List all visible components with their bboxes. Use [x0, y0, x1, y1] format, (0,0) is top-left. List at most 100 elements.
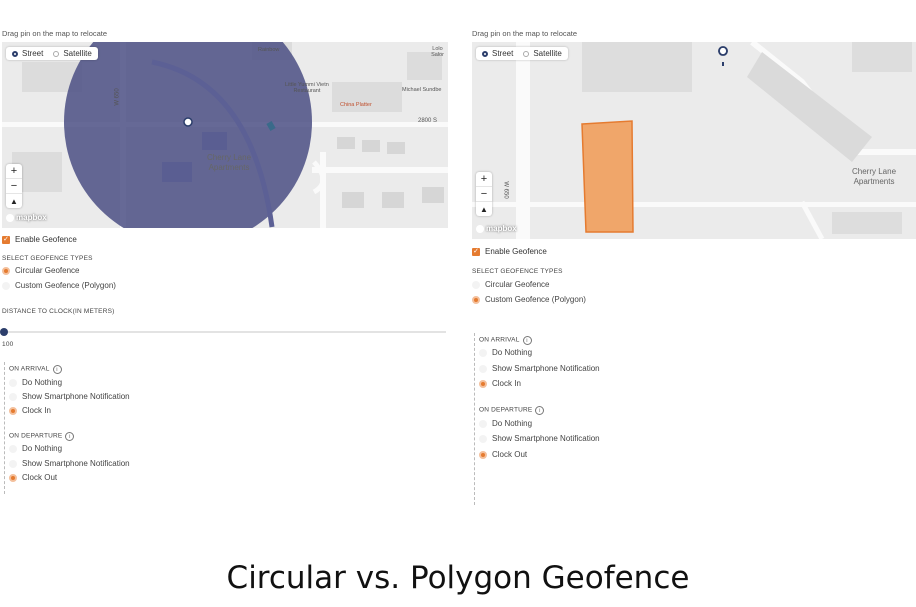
checkbox-checked-icon: ✓: [472, 247, 480, 256]
departure-option[interactable]: Do Nothing: [9, 444, 62, 453]
radio-icon: [479, 364, 487, 373]
radio-icon: [479, 348, 487, 357]
radio-icon: [9, 473, 17, 482]
map-style-street-label: Street: [22, 49, 44, 58]
map-label-street-vertical: W 650: [114, 88, 121, 106]
info-icon[interactable]: i: [52, 365, 62, 374]
arrival-option[interactable]: Show Smartphone Notification: [9, 392, 130, 401]
geofence-type-circular[interactable]: Circular Geofence: [472, 280, 549, 289]
radio-icon: [9, 392, 17, 401]
departure-option[interactable]: Show Smartphone Notification: [479, 434, 600, 443]
map-style-satellite[interactable]: Satellite: [53, 49, 92, 58]
radio-icon: [472, 280, 480, 289]
map-style-satellite-label: Satellite: [533, 49, 562, 58]
circular-geofence-panel: Drag pin on the map to relocate Cherry L…: [0, 0, 450, 500]
zoom-out-icon[interactable]: −: [476, 187, 492, 202]
mapbox-logo: mapbox: [476, 224, 517, 233]
map-style-satellite[interactable]: Satellite: [523, 49, 562, 58]
map-style-street[interactable]: Street: [12, 49, 43, 58]
enable-geofence-label: Enable Geofence: [485, 247, 547, 256]
on-arrival-title-text: ON ARRIVAL: [479, 336, 520, 344]
arrival-option[interactable]: Show Smartphone Notification: [479, 364, 600, 373]
zoom-out-icon[interactable]: −: [6, 179, 22, 194]
departure-option[interactable]: Clock Out: [479, 450, 527, 459]
radio-icon: [12, 50, 18, 57]
map-style-street[interactable]: Street: [482, 49, 513, 58]
divider: [474, 333, 475, 505]
map-label-poi: Michael Sundbe: [402, 87, 442, 93]
enable-geofence-label: Enable Geofence: [15, 235, 77, 244]
geofence-type-polygon[interactable]: Custom Geofence (Polygon): [472, 295, 586, 304]
on-departure-title-text: ON DEPARTURE: [479, 406, 533, 414]
radio-icon: [523, 50, 530, 57]
radio-icon: [9, 378, 17, 387]
radio-icon: [479, 434, 487, 443]
map-view[interactable]: Cherry Lane Apartments W 650 Street Satel…: [472, 42, 916, 239]
radio-icon: [479, 379, 487, 388]
enable-geofence-checkbox[interactable]: ✓ Enable Geofence: [2, 235, 77, 244]
departure-option[interactable]: Clock Out: [9, 473, 57, 482]
geofence-types-title: SELECT GEOFENCE TYPES: [2, 255, 93, 262]
geofence-type-label: Custom Geofence (Polygon): [485, 295, 586, 304]
checkbox-checked-icon: ✓: [2, 235, 10, 244]
map-label-poi: Rainbow: [258, 47, 280, 53]
arrival-option-label: Show Smartphone Notification: [22, 392, 130, 401]
radio-icon: [2, 281, 10, 290]
info-icon[interactable]: i: [65, 432, 75, 441]
radio-icon: [9, 406, 17, 415]
enable-geofence-checkbox[interactable]: ✓ Enable Geofence: [472, 247, 547, 256]
circular-geofence-area: [64, 42, 312, 228]
distance-slider-track[interactable]: [2, 331, 446, 333]
on-departure-title-text: ON DEPARTURE: [9, 432, 63, 440]
geofence-type-polygon[interactable]: Custom Geofence (Polygon): [2, 281, 116, 290]
radio-icon: [479, 419, 487, 428]
arrival-option[interactable]: Clock In: [9, 406, 51, 415]
departure-option-label: Do Nothing: [492, 419, 533, 428]
on-arrival-title-text: ON ARRIVAL: [9, 365, 50, 373]
map-style-street-label: Street: [492, 49, 514, 58]
departure-option-label: Clock Out: [492, 450, 528, 459]
radio-icon: [9, 444, 17, 453]
divider: [4, 362, 5, 494]
radio-icon: [472, 295, 480, 304]
on-arrival-title: ON ARRIVAL i: [479, 336, 532, 345]
arrival-option-label: Clock In: [22, 406, 51, 415]
info-icon[interactable]: i: [535, 406, 545, 415]
arrival-option[interactable]: Do Nothing: [9, 378, 62, 387]
zoom-in-icon[interactable]: +: [476, 172, 492, 187]
arrival-option[interactable]: Do Nothing: [479, 348, 532, 357]
departure-option-label: Do Nothing: [22, 444, 63, 453]
compass-icon[interactable]: ▲: [476, 202, 492, 216]
map-pin-icon[interactable]: [183, 117, 193, 127]
polygon-geofence-panel: Drag pin on the map to relocate Cherry L…: [470, 0, 916, 510]
map-pin-icon[interactable]: [718, 46, 728, 56]
departure-option[interactable]: Do Nothing: [479, 419, 532, 428]
polygon-geofence-area: [581, 120, 634, 233]
figure-caption: Circular vs. Polygon Geofence: [226, 560, 690, 596]
map-view[interactable]: Cherry Lane Apartments W 650 2800 S Littl…: [2, 42, 448, 228]
on-departure-title: ON DEPARTURE i: [9, 432, 75, 441]
radio-icon: [479, 450, 487, 459]
radio-icon: [9, 459, 17, 468]
distance-value: 100: [2, 341, 14, 348]
on-arrival-title: ON ARRIVAL i: [9, 365, 62, 374]
departure-option[interactable]: Show Smartphone Notification: [9, 459, 130, 468]
zoom-in-icon[interactable]: +: [6, 164, 22, 179]
arrival-option[interactable]: Clock In: [479, 379, 521, 388]
compass-icon[interactable]: ▲: [6, 194, 22, 208]
map-label-street-2800: 2800 S: [418, 118, 438, 124]
geofence-type-label: Circular Geofence: [15, 266, 80, 275]
geofence-types-title: SELECT GEOFENCE TYPES: [472, 268, 563, 275]
map-canvas: [2, 42, 448, 228]
map-style-toggle: Street Satellite: [6, 47, 98, 60]
arrival-option-label: Clock In: [492, 379, 521, 388]
map-style-satellite-label: Satellite: [63, 49, 92, 58]
geofence-type-label: Custom Geofence (Polygon): [15, 281, 116, 290]
map-style-toggle: Street Satellite: [476, 47, 568, 60]
departure-option-label: Show Smartphone Notification: [492, 434, 600, 443]
zoom-controls: + − ▲: [476, 172, 492, 216]
map-label-block: Cherry Lane Apartments: [852, 167, 897, 186]
info-icon[interactable]: i: [522, 336, 532, 345]
distance-slider-thumb[interactable]: [0, 328, 8, 336]
geofence-type-circular[interactable]: Circular Geofence: [2, 266, 79, 275]
